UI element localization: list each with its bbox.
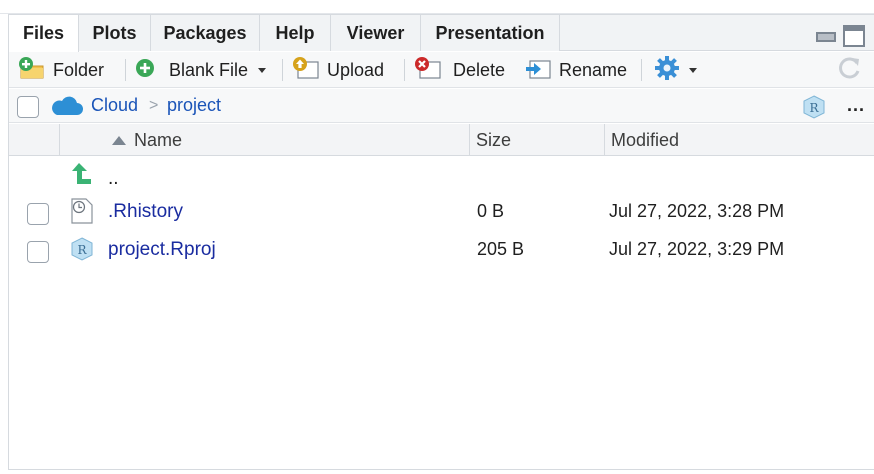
file-row-rproj: R project.Rproj 205 B Jul 27, 2022, 3:29… — [9, 233, 874, 269]
rename-button[interactable]: Rename — [523, 55, 627, 85]
name-column-header[interactable]: Name — [59, 124, 469, 156]
name-column-label: Name — [134, 129, 183, 150]
parent-directory-row[interactable]: .. — [9, 158, 874, 194]
upload-icon — [291, 56, 321, 85]
file-size: 205 B — [477, 239, 525, 259]
tab-files[interactable]: Files — [9, 15, 79, 52]
chevron-down-icon — [689, 67, 697, 73]
header-checkbox-col — [9, 124, 59, 156]
sort-ascending-icon — [112, 135, 126, 145]
pane-tab-bar: Files Plots Packages Help Viewer Present… — [9, 15, 874, 52]
size-column-header[interactable]: Size — [469, 124, 604, 156]
history-file-icon — [69, 197, 95, 230]
window-top-strip — [0, 0, 874, 14]
rproject-icon[interactable]: R — [801, 94, 827, 125]
upload-label: Upload — [327, 59, 385, 80]
minimize-pane-button[interactable] — [815, 25, 837, 45]
file-name-link[interactable]: .Rhistory — [108, 201, 183, 223]
add-file-icon — [135, 58, 155, 83]
svg-text:R: R — [77, 243, 87, 257]
row-checkbox[interactable] — [27, 203, 49, 225]
files-pane: Files Plots Packages Help Viewer Present… — [8, 14, 874, 470]
delete-icon — [413, 56, 443, 85]
upload-button[interactable]: Upload — [291, 55, 384, 85]
delete-button[interactable]: Delete — [413, 55, 505, 85]
file-name-link[interactable]: project.Rproj — [108, 239, 216, 261]
file-modified: Jul 27, 2022, 3:28 PM — [609, 201, 785, 221]
breadcrumb-project-link[interactable]: project — [167, 95, 221, 116]
breadcrumb: Cloud > project R ... — [9, 89, 874, 123]
delete-label: Delete — [453, 59, 506, 80]
rename-icon — [523, 56, 553, 85]
file-size: 0 B — [477, 201, 505, 221]
file-list-header: Name Size Modified — [9, 124, 874, 156]
up-arrow-icon — [69, 160, 95, 191]
chevron-down-icon — [258, 67, 267, 73]
tab-presentation[interactable]: Presentation — [421, 15, 560, 51]
blank-file-button[interactable]: Blank File — [135, 55, 267, 85]
files-toolbar: Folder Blank File Upload Delete Rename — [9, 52, 874, 88]
blank-file-label: Blank File — [169, 59, 249, 80]
gear-icon — [653, 55, 681, 86]
refresh-icon — [837, 55, 863, 86]
file-modified: Jul 27, 2022, 3:29 PM — [609, 239, 785, 259]
tab-help[interactable]: Help — [260, 15, 331, 51]
rproj-file-icon: R — [69, 236, 95, 267]
toolbar-divider — [282, 59, 283, 81]
parent-directory-label[interactable]: .. — [108, 168, 119, 190]
svg-text:R: R — [809, 101, 819, 115]
breadcrumb-separator: > — [149, 97, 159, 114]
toolbar-divider — [404, 59, 405, 81]
breadcrumb-cloud-link[interactable]: Cloud — [91, 95, 138, 116]
select-all-checkbox[interactable] — [17, 96, 39, 118]
file-row-rhistory: .Rhistory 0 B Jul 27, 2022, 3:28 PM — [9, 195, 874, 231]
new-folder-label: Folder — [53, 59, 105, 80]
maximize-pane-button[interactable] — [843, 25, 865, 47]
modified-column-label: Modified — [611, 129, 680, 150]
refresh-button[interactable] — [837, 55, 863, 85]
tab-viewer[interactable]: Viewer — [331, 15, 421, 51]
tab-packages[interactable]: Packages — [151, 15, 260, 51]
new-folder-button[interactable]: Folder — [17, 55, 104, 85]
toolbar-divider — [125, 59, 126, 81]
modified-column-header[interactable]: Modified — [604, 124, 874, 156]
row-checkbox[interactable] — [27, 241, 49, 263]
size-column-label: Size — [476, 129, 512, 150]
cloud-icon — [48, 94, 84, 123]
toolbar-divider — [641, 59, 642, 81]
new-folder-icon — [17, 56, 47, 85]
rename-label: Rename — [559, 59, 628, 80]
more-options-button[interactable]: ... — [847, 95, 865, 116]
tab-plots[interactable]: Plots — [79, 15, 151, 51]
more-actions-button[interactable] — [653, 55, 697, 85]
